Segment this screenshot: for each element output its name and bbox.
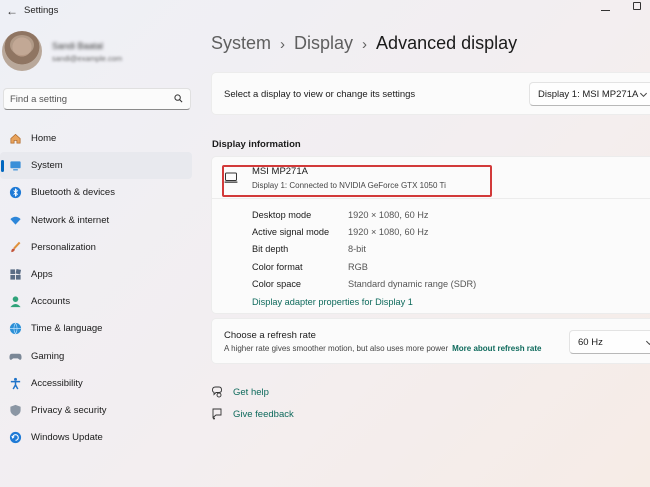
gamepad-icon (8, 349, 22, 363)
refresh-rate-dropdown[interactable]: 60 Hz (569, 330, 650, 354)
prop-value: 1920 × 1080, 60 Hz (348, 227, 429, 237)
display-adapter-properties-link[interactable]: Display adapter properties for Display 1 (252, 297, 413, 307)
breadcrumb-display[interactable]: Display (294, 33, 353, 53)
back-arrow-icon[interactable]: ← (4, 3, 20, 19)
globe-clock-icon (8, 322, 22, 336)
search-input[interactable] (10, 92, 170, 107)
refresh-rate-description: A higher rate gives smoother motion, but… (224, 344, 541, 353)
sidebar-item-label: Personalization (31, 241, 96, 253)
profile-name: Sandi Baatal (52, 41, 104, 51)
give-feedback-link[interactable]: Give feedback (211, 407, 294, 421)
shield-icon (8, 403, 22, 417)
prop-value: 8-bit (348, 244, 366, 254)
sidebar-item-accessibility[interactable]: Accessibility (0, 370, 192, 397)
display-info-card: MSI MP271A Display 1: Connected to NVIDI… (211, 156, 650, 314)
apps-icon (8, 268, 22, 282)
prop-name: Bit depth (252, 244, 289, 254)
monitor-icon (224, 172, 238, 183)
wifi-icon (8, 213, 22, 227)
update-icon (8, 431, 22, 445)
sidebar-item-label: Gaming (31, 350, 65, 362)
person-icon (8, 295, 22, 309)
chevron-down-icon (639, 92, 648, 98)
prop-name: Color format (252, 262, 303, 272)
display-select-card: Select a display to view or change its s… (211, 72, 650, 115)
sidebar-item-label: Privacy & security (31, 404, 107, 416)
sidebar-item-privacy[interactable]: Privacy & security (0, 397, 192, 424)
title-bar: ← Settings (0, 0, 650, 22)
sidebar-item-personalization[interactable]: Personalization (0, 234, 192, 261)
sidebar-item-accounts[interactable]: Accounts (0, 288, 192, 315)
user-profile[interactable]: Sandi Baatal sandi@example.com (2, 31, 192, 75)
maximize-button[interactable] (633, 2, 641, 10)
search-icon[interactable] (174, 94, 183, 103)
sidebar-item-label: Accessibility (31, 377, 83, 389)
sidebar-item-apps[interactable]: Apps (0, 261, 192, 288)
breadcrumb-separator: › (362, 36, 368, 53)
chevron-down-icon (645, 340, 650, 346)
breadcrumb: System › Display › Advanced display (211, 33, 517, 54)
more-about-refresh-rate-link[interactable]: More about refresh rate (452, 344, 541, 353)
minimize-button[interactable] (600, 5, 612, 15)
prop-name: Active signal mode (252, 227, 330, 237)
bluetooth-icon (8, 186, 22, 200)
sidebar-item-label: Network & internet (31, 214, 110, 226)
sidebar-item-label: Accounts (31, 296, 71, 308)
sidebar-item-label: System (31, 160, 63, 172)
sidebar-item-bluetooth[interactable]: Bluetooth & devices (0, 179, 192, 206)
sidebar-nav: Home System Bluetooth & devices Network … (0, 125, 192, 451)
help-icon (211, 386, 223, 398)
prop-value: RGB (348, 262, 368, 272)
prop-name: Color space (252, 279, 302, 289)
display-select-label: Select a display to view or change its s… (224, 89, 416, 100)
refresh-rate-title: Choose a refresh rate (224, 330, 316, 341)
refresh-rate-value: 60 Hz (578, 337, 603, 348)
sidebar-item-label: Windows Update (31, 432, 103, 444)
section-title-display-information: Display information (212, 139, 301, 150)
sidebar-item-label: Time & language (31, 323, 103, 335)
sidebar-item-label: Bluetooth & devices (31, 187, 115, 199)
display-info-header[interactable]: MSI MP271A Display 1: Connected to NVIDI… (212, 157, 650, 199)
search-box[interactable] (3, 88, 191, 110)
breadcrumb-separator: › (280, 36, 286, 53)
app-title: Settings (24, 5, 59, 16)
sidebar-item-label: Apps (31, 269, 53, 281)
sidebar-item-windows-update[interactable]: Windows Update (0, 424, 192, 451)
sidebar-item-time-language[interactable]: Time & language (0, 315, 192, 342)
sidebar-item-gaming[interactable]: Gaming (0, 343, 192, 370)
breadcrumb-system[interactable]: System (211, 33, 271, 53)
give-feedback-label: Give feedback (233, 408, 294, 420)
system-icon (8, 159, 22, 173)
page-title: Advanced display (376, 33, 518, 53)
display-dropdown-value: Display 1: MSI MP271A (538, 89, 639, 100)
display-dropdown[interactable]: Display 1: MSI MP271A (529, 82, 650, 106)
sidebar-item-home[interactable]: Home (0, 125, 192, 152)
sidebar-item-label: Home (31, 133, 57, 145)
prop-value: 1920 × 1080, 60 Hz (348, 210, 429, 220)
prop-value: Standard dynamic range (SDR) (348, 279, 477, 289)
brush-icon (8, 240, 22, 254)
prop-name: Desktop mode (252, 210, 312, 220)
profile-email: sandi@example.com (52, 54, 123, 63)
feedback-icon (211, 408, 223, 420)
get-help-link[interactable]: Get help (211, 385, 269, 399)
monitor-subtitle: Display 1: Connected to NVIDIA GeForce G… (252, 181, 446, 190)
accessibility-icon (8, 376, 22, 390)
sidebar-item-system[interactable]: System (0, 152, 192, 180)
refresh-rate-card: Choose a refresh rate A higher rate give… (211, 318, 650, 364)
sidebar-item-network[interactable]: Network & internet (0, 207, 192, 234)
monitor-name: MSI MP271A (252, 166, 308, 177)
get-help-label: Get help (233, 386, 269, 398)
home-icon (8, 132, 22, 146)
refresh-rate-description-text: A higher rate gives smoother motion, but… (224, 344, 449, 353)
avatar (2, 31, 42, 71)
